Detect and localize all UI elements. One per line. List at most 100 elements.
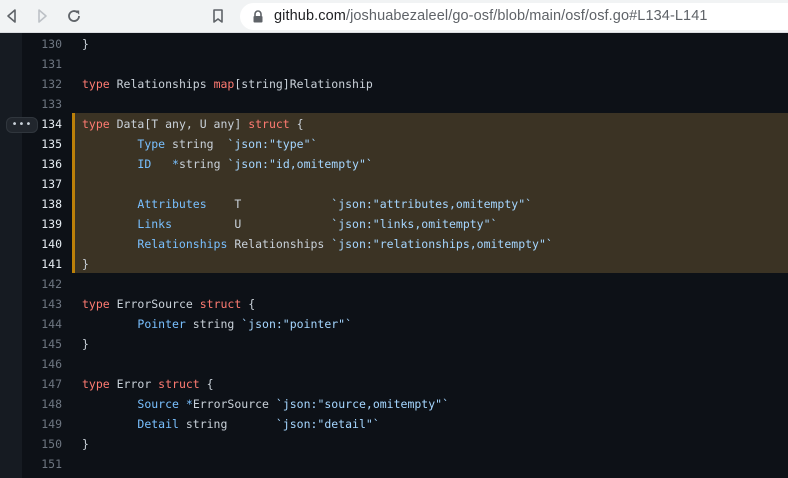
lock-icon [252,10,264,28]
code-token: Relationships [109,77,214,91]
code-line: 138 Attributes T `json:"attributes,omite… [0,194,788,214]
code-text: } [82,434,89,454]
line-number[interactable]: 143 [22,294,62,314]
line-number[interactable]: 138 [22,194,62,214]
code-line: 132 type Relationships map[string]Relatio… [0,74,788,94]
line-number[interactable]: 140 [22,234,62,254]
back-icon[interactable] [0,4,24,28]
line-number[interactable]: 149 [22,414,62,434]
forward-icon[interactable] [30,4,54,28]
line-number[interactable]: 144 [22,314,62,334]
url-text: github.com/joshuabezaleel/go-osf/blob/ma… [274,3,708,30]
bookmark-icon[interactable] [206,4,230,28]
code-line: 137 [0,174,788,194]
code-token: `json:"type"` [227,137,318,151]
code-text: type ErrorSource struct { [82,294,255,314]
code-line: 149 Detail string `json:"detail"` [0,414,788,434]
code-line: 142 [0,274,788,294]
code-text: Links U `json:"links,omitempty"` [82,214,497,234]
code-token: string [165,137,228,151]
line-number[interactable]: 145 [22,334,62,354]
code-token: } [82,257,89,271]
code-text: Type string `json:"type"` [82,134,317,154]
code-token: } [82,337,89,351]
line-number[interactable]: 150 [22,434,62,454]
code-token: Type [137,137,166,151]
line-number[interactable]: 142 [22,274,62,294]
line-number[interactable]: 137 [22,174,62,194]
code-token: string [178,157,228,171]
code-line: 146 [0,354,788,374]
code-token: } [82,437,89,451]
code-token: Links [137,217,173,231]
code-token: Attributes [137,197,207,211]
code-token: { [199,377,214,391]
line-number[interactable]: 139 [22,214,62,234]
url-path: /joshuabezaleel/go-osf/blob/main/osf/osf… [345,8,708,24]
code-line: 139 Links U `json:"links,omitempty"` [0,214,788,234]
reload-icon[interactable] [62,4,86,28]
code-text: Pointer string `json:"pointer"` [82,314,352,334]
code-token: { [241,297,256,311]
code-token: ErrorSource [192,397,276,411]
code-line: 131 [0,54,788,74]
code-token: map [213,77,235,91]
code-token: `json:"detail"` [275,417,380,431]
code-line: 141} [0,254,788,274]
line-number[interactable]: 134 [22,114,62,134]
line-number[interactable]: 131 [22,54,62,74]
code-token: type [82,377,110,391]
line-number[interactable]: 132 [22,74,62,94]
code-token: string [178,417,276,431]
code-line: 130} [0,34,788,54]
code-line: 150} [0,434,788,454]
code-text: } [82,34,89,54]
code-line: 140 Relationships Relationships `json:"r… [0,234,788,254]
line-number[interactable]: 151 [22,454,62,474]
line-number[interactable]: 141 [22,254,62,274]
code-line: 145} [0,334,788,354]
code-token: `json:"relationships,omitempty"` [331,237,553,251]
line-number[interactable]: 147 [22,374,62,394]
code-token: type [82,297,110,311]
code-line: 135 Type string `json:"type"` [0,134,788,154]
code-token: ErrorSource [109,297,200,311]
code-text: type Relationships map[string]Relationsh… [82,74,373,94]
code-text: } [82,334,89,354]
code-token: `json:"id,omitempty"` [227,157,373,171]
code-line: 136 ID *string `json:"id,omitempty"` [0,154,788,174]
code-token: Detail [137,417,179,431]
code-line: 151 [0,454,788,474]
address-bar[interactable]: github.com/joshuabezaleel/go-osf/blob/ma… [240,3,788,30]
code-token: Relationships [227,237,332,251]
code-token: Relationships [137,237,228,251]
url-host: github.com [274,8,346,24]
line-number[interactable]: 133 [22,94,62,114]
code-token: [string]Relationship [234,77,373,91]
code-text: type Error struct { [82,374,214,394]
code-text: Source *ErrorSource `json:"source,omitem… [82,394,449,414]
code-token: struct [199,297,242,311]
code-token: string [185,317,242,331]
line-number[interactable]: 146 [22,354,62,374]
code-token: type [82,77,110,91]
line-number[interactable]: 130 [22,34,62,54]
code-text: Relationships Relationships `json:"relat… [82,234,553,254]
line-number[interactable]: 148 [22,394,62,414]
code-text: Detail string `json:"detail"` [82,414,380,434]
code-token: `json:"pointer"` [241,317,353,331]
code-token: `json:"attributes,omitempty"` [331,197,533,211]
code-token: T [206,197,332,211]
line-number[interactable]: 136 [22,154,62,174]
code-token: Pointer [137,317,186,331]
line-number[interactable]: 135 [22,134,62,154]
code-text: ID *string `json:"id,omitempty"` [82,154,373,174]
